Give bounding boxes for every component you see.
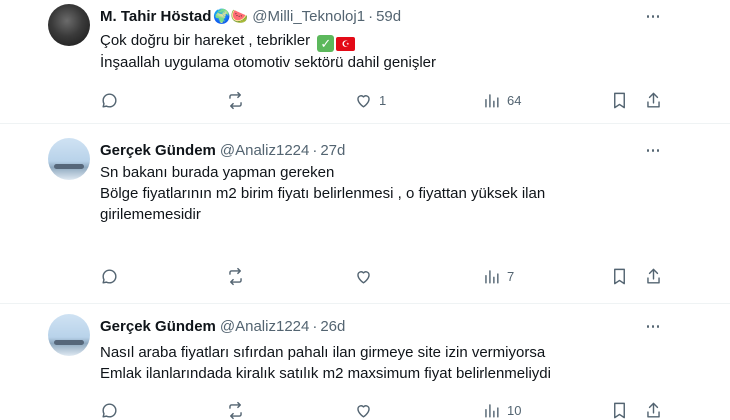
tweet[interactable]: Gerçek Gündem @Analiz1224 · 27d Sn bakan… xyxy=(0,124,730,304)
more-icon[interactable] xyxy=(645,142,661,158)
view-count: 10 xyxy=(507,402,522,418)
bookmark-button[interactable] xyxy=(610,90,629,110)
check-emoji-icon: ✓ xyxy=(317,35,335,52)
author-handle[interactable]: @Analiz1224 xyxy=(220,142,309,159)
tweet-header: Gerçek Gündem @Analiz1224 · 26d xyxy=(100,316,345,336)
views-icon xyxy=(485,93,499,108)
author-name[interactable]: M. Tahir Höstad xyxy=(100,8,211,25)
name-emojis: 🌍🍉 xyxy=(213,7,249,24)
reply-button[interactable] xyxy=(100,266,125,286)
share-icon xyxy=(647,268,660,284)
like-button[interactable]: 1 xyxy=(354,90,386,110)
tweet-time[interactable]: 26d xyxy=(320,318,345,335)
reply-button[interactable] xyxy=(100,90,125,110)
tweet-text: Sn bakanı burada yapman gereken Bölge fi… xyxy=(100,162,640,234)
tweet-time[interactable]: 27d xyxy=(320,142,345,159)
views-button[interactable]: 10 xyxy=(482,400,521,420)
reply-icon xyxy=(102,92,117,108)
views-button[interactable]: 64 xyxy=(482,90,521,110)
author-name[interactable]: Gerçek Gündem xyxy=(100,318,216,335)
like-button[interactable] xyxy=(354,400,379,420)
like-count: 1 xyxy=(379,92,387,108)
tweet-line: Emlak ilanlarındada kiralık satılık m2 m… xyxy=(100,365,551,382)
tweet-text: Çok doğru bir hareket , tebrikler ✓ ☪ İnş… xyxy=(100,30,640,73)
tweet[interactable]: M. Tahir Höstad 🌍🍉 @Milli_Teknoloj1 · 59… xyxy=(0,0,730,124)
bookmark-button[interactable] xyxy=(610,400,629,420)
repost-icon xyxy=(229,401,242,419)
separator-dot: · xyxy=(368,7,374,25)
tweet-header: Gerçek Gündem @Analiz1224 · 27d xyxy=(100,140,345,160)
like-icon xyxy=(357,270,370,284)
tweet-header: M. Tahir Höstad 🌍🍉 @Milli_Teknoloj1 · 59… xyxy=(100,6,401,26)
share-button[interactable] xyxy=(644,400,663,420)
author-name[interactable]: Gerçek Gündem xyxy=(100,142,216,159)
bookmark-button[interactable] xyxy=(610,266,629,286)
share-button[interactable] xyxy=(644,90,663,110)
tweet-text: Nasıl araba fiyatları sıfırdan pahalı il… xyxy=(100,342,640,384)
bookmark-icon xyxy=(614,92,625,108)
tweet-line: Çok doğru bir hareket , tebrikler ✓ ☪ xyxy=(100,30,640,52)
tweet-actions: 10 xyxy=(100,400,665,420)
avatar[interactable] xyxy=(48,314,90,356)
separator-dot: · xyxy=(312,141,318,159)
repost-button[interactable] xyxy=(226,266,251,286)
views-icon xyxy=(485,403,499,418)
repost-button[interactable] xyxy=(226,400,251,420)
tweet-line: İnşaallah uygulama otomotiv sektörü dahi… xyxy=(100,54,437,71)
like-icon xyxy=(357,404,370,418)
author-handle[interactable]: @Analiz1224 xyxy=(220,318,309,335)
bookmark-icon xyxy=(614,402,625,418)
share-button[interactable] xyxy=(644,266,663,286)
tweet-actions: 7 xyxy=(100,266,665,286)
tweet-line: girilememesidir xyxy=(100,206,201,223)
tweet-line: Bölge fiyatlarının m2 birim fiyatı belir… xyxy=(100,185,546,202)
like-icon xyxy=(357,94,370,108)
views-button[interactable]: 7 xyxy=(482,266,514,286)
more-icon[interactable] xyxy=(645,318,661,334)
view-count: 64 xyxy=(507,92,522,108)
tweet-line: Nasıl araba fiyatları sıfırdan pahalı il… xyxy=(100,344,546,361)
author-handle[interactable]: @Milli_Teknoloj1 xyxy=(252,8,365,25)
reply-icon xyxy=(102,268,117,284)
avatar[interactable] xyxy=(48,4,90,46)
reply-icon xyxy=(102,402,117,418)
separator-dot: · xyxy=(312,317,318,335)
tweet-time[interactable]: 59d xyxy=(376,8,401,25)
reply-button[interactable] xyxy=(100,400,125,420)
views-icon xyxy=(485,269,499,284)
bookmark-icon xyxy=(614,268,625,284)
more-icon[interactable] xyxy=(645,8,661,24)
repost-button[interactable] xyxy=(226,90,251,110)
tweet[interactable]: Gerçek Gündem @Analiz1224 · 26d Nasıl ar… xyxy=(0,304,730,420)
turkey-flag-icon: ☪ xyxy=(336,37,356,51)
repost-icon xyxy=(229,267,242,285)
view-count: 7 xyxy=(507,268,515,284)
tweet-actions: 1 64 xyxy=(100,90,665,110)
share-icon xyxy=(647,402,660,418)
avatar[interactable] xyxy=(48,138,90,180)
share-icon xyxy=(647,92,660,108)
repost-icon xyxy=(229,91,242,109)
tweet-line: Sn bakanı burada yapman gereken xyxy=(100,164,335,181)
like-button[interactable] xyxy=(354,266,379,286)
